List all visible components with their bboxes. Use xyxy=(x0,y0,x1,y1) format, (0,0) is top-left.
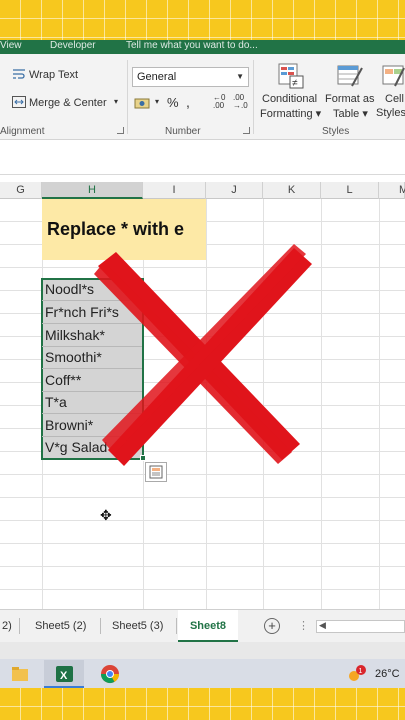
notification-badge: 1 xyxy=(359,668,363,675)
accounting-dropdown-icon[interactable]: ▾ xyxy=(155,97,159,106)
tell-me-search[interactable]: Tell me what you want to do... xyxy=(126,40,258,52)
format-as-table-button[interactable]: Table ▾ xyxy=(333,107,368,120)
conditional-formatting-button[interactable]: Formatting ▾ xyxy=(260,107,321,120)
column-header-g[interactable]: G xyxy=(0,182,42,199)
gridline xyxy=(321,199,322,609)
number-format-value: General xyxy=(137,71,177,83)
cell-styles-icon[interactable] xyxy=(381,62,405,90)
column-header-m[interactable]: M xyxy=(379,182,405,199)
tab-divider xyxy=(176,618,177,634)
column-header-k[interactable]: K xyxy=(263,182,321,199)
column-header-l[interactable]: L xyxy=(321,182,379,199)
windows-taskbar: X 1 26°C xyxy=(0,659,405,688)
svg-text:X: X xyxy=(60,670,68,682)
gridline xyxy=(379,199,380,609)
tab-view[interactable]: View xyxy=(0,40,22,52)
merge-dropdown-icon[interactable]: ▾ xyxy=(114,97,118,106)
conditional-formatting-label-1[interactable]: Conditional xyxy=(262,93,317,105)
chevron-down-icon: ▼ xyxy=(236,72,244,81)
status-strip xyxy=(0,642,405,659)
sheet-tab-bar: 2) Sheet5 (2) Sheet5 (3) Sheet8 + ⋮ ◀ xyxy=(0,609,405,642)
number-group-label: Number xyxy=(165,126,201,137)
yellow-frame-bottom xyxy=(0,688,405,720)
yellow-frame-top xyxy=(0,0,405,40)
add-sheet-button[interactable]: + xyxy=(264,618,280,634)
formula-bar-area xyxy=(0,140,405,184)
wrap-text-icon xyxy=(13,69,25,79)
horizontal-scrollbar[interactable]: ◀ xyxy=(316,620,405,633)
column-header-j[interactable]: J xyxy=(206,182,263,199)
comma-style-button[interactable]: , xyxy=(186,94,190,110)
excel-icon: X xyxy=(56,666,73,682)
number-format-select[interactable]: General ▼ xyxy=(132,67,249,87)
format-as-table-label-1[interactable]: Format as xyxy=(325,93,375,105)
increase-decimal-icon[interactable]: ←0.00 xyxy=(213,94,225,110)
weather-icon[interactable]: 1 xyxy=(346,665,368,685)
svg-text:≠: ≠ xyxy=(292,78,298,89)
column-header-h[interactable]: H xyxy=(42,182,143,199)
group-divider xyxy=(127,60,128,134)
cell-styles-button[interactable]: Styles xyxy=(376,107,405,119)
sheet-tab-partial[interactable]: 2) xyxy=(0,610,14,642)
group-divider xyxy=(253,60,254,134)
merge-center-button[interactable]: Merge & Center xyxy=(29,97,107,109)
conditional-formatting-icon[interactable]: ≠ xyxy=(277,62,305,90)
format-as-table-icon[interactable] xyxy=(336,62,364,90)
styles-group-label: Styles xyxy=(322,126,350,137)
number-dialog-launcher-icon[interactable] xyxy=(243,127,250,134)
excel-taskbar-button[interactable]: X xyxy=(44,660,84,688)
chrome-icon xyxy=(101,665,119,684)
alignment-group-label: Alignment xyxy=(0,126,45,137)
ribbon: Wrap Text Merge & Center ▾ Alignment Gen… xyxy=(0,54,405,140)
tab-developer[interactable]: Developer xyxy=(50,40,96,52)
sheet-tab-sheet5-3[interactable]: Sheet5 (3) xyxy=(110,610,165,642)
column-header-i[interactable]: I xyxy=(143,182,206,199)
accounting-format-icon[interactable] xyxy=(134,96,152,110)
file-explorer-button[interactable] xyxy=(0,660,40,688)
tab-options-icon[interactable]: ⋮ xyxy=(298,619,309,632)
percent-style-button[interactable]: % xyxy=(167,95,179,110)
column-header-row: G H I J K L M xyxy=(0,182,405,199)
sheet-title: Replace * with e xyxy=(47,219,185,239)
sheet-tab-sheet8[interactable]: Sheet8 xyxy=(178,610,238,642)
red-x-icon xyxy=(94,244,312,466)
merge-center-icon xyxy=(12,96,26,108)
folder-icon xyxy=(12,667,28,681)
divider xyxy=(0,174,405,175)
wrap-text-button[interactable]: Wrap Text xyxy=(29,69,78,81)
weather-temperature[interactable]: 26°C xyxy=(375,668,400,680)
chrome-taskbar-button[interactable] xyxy=(90,660,130,688)
scroll-left-icon[interactable]: ◀ xyxy=(319,620,326,631)
cell-cursor-icon: ✥ xyxy=(100,507,112,523)
sheet-tab-sheet5-2[interactable]: Sheet5 (2) xyxy=(33,610,88,642)
tab-divider xyxy=(100,618,101,634)
tab-divider xyxy=(19,618,20,634)
decrease-decimal-icon[interactable]: .00 →.0 xyxy=(233,94,248,110)
alignment-dialog-launcher-icon[interactable] xyxy=(117,127,124,134)
cell-styles-label-1[interactable]: Cell xyxy=(385,93,404,105)
ribbon-tab-strip: View Developer Tell me what you want to … xyxy=(0,40,405,54)
